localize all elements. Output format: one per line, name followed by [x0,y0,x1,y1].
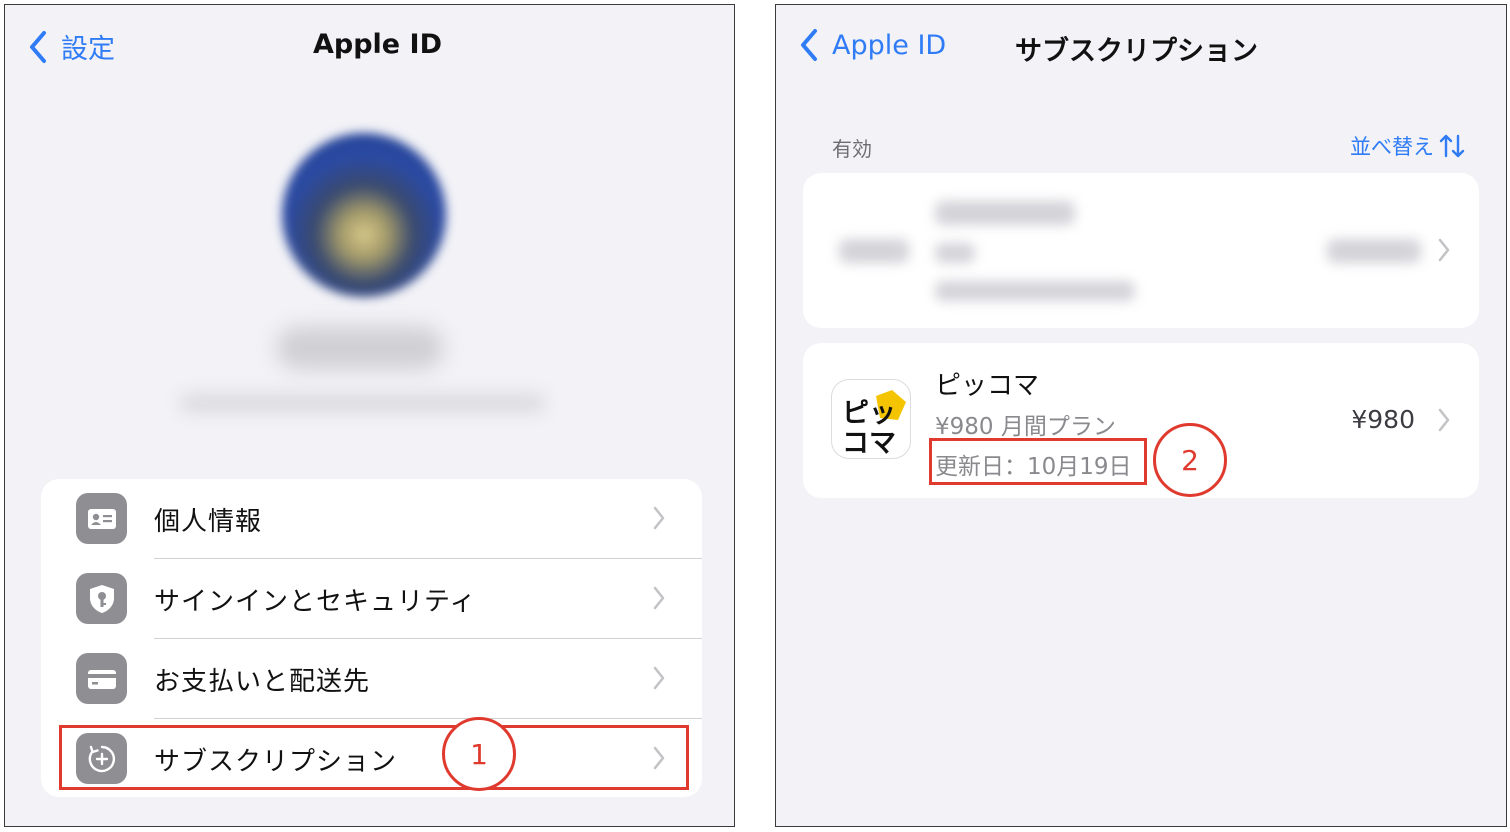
credit-card-icon [76,653,127,704]
blurred-plan [935,243,975,263]
blurred-account-email [180,393,545,413]
navigation-bar: Apple ID サブスクリプション [776,5,1506,89]
callout-badge-2: 2 [1153,423,1227,497]
svg-text:コマ: コマ [842,428,896,459]
menu-item-payment-shipping[interactable]: お支払いと配送先 [41,639,702,718]
back-label: Apple ID [832,29,947,61]
subscription-plan: ¥980 月間プラン [935,414,1116,440]
piccoma-app-icon: ピッ コマ [831,379,911,459]
blurred-account-name [277,327,443,369]
blurred-renewal-date [935,281,1135,301]
sort-button[interactable]: 並べ替え [1350,131,1466,161]
subscription-name: ピッコマ [935,371,1040,401]
sort-label: 並べ替え [1350,135,1434,159]
contact-card-icon [76,493,127,544]
section-header-active: 有効 [832,137,872,161]
page-title: Apple ID [313,29,442,60]
subscription-card-hidden[interactable] [803,173,1479,328]
menu-item-personal-info[interactable]: 個人情報 [41,479,702,558]
shield-key-icon [76,573,127,624]
chevron-right-icon [1438,408,1450,432]
avatar[interactable] [282,133,446,297]
chevron-left-icon [801,29,817,61]
highlight-box-subscriptions [59,725,689,790]
svg-text:ピッ: ピッ [842,398,896,429]
menu-item-label: 個人情報 [154,507,263,537]
navigation-bar: 設定 Apple ID [5,5,734,89]
menu-item-label: サインインとセキュリティ [154,587,477,617]
page-title: サブスクリプション [1015,36,1258,67]
blurred-price [1327,239,1421,263]
menu-item-label: お支払いと配送先 [154,667,371,697]
apple-id-screen: 設定 Apple ID 個人情報 サインインとセキュリティ お支払いと配送先 サ… [4,4,735,827]
chevron-right-icon [653,666,665,690]
sort-arrows-icon [1439,134,1465,158]
back-button-settings[interactable]: 設定 [27,27,115,66]
blurred-subscription-name [935,201,1075,225]
chevron-right-icon [1438,238,1450,262]
chevron-right-icon [653,506,665,530]
back-button-apple-id[interactable]: Apple ID [798,27,946,63]
menu-item-sign-in-security[interactable]: サインインとセキュリティ [41,559,702,638]
subscription-price: ¥980 [1351,405,1415,434]
callout-badge-1: 1 [442,717,516,791]
subscriptions-screen: Apple ID サブスクリプション 有効 並べ替え ピッ コマ ピッコマ ¥9… [775,4,1507,827]
back-label: 設定 [61,34,115,65]
chevron-right-icon [653,586,665,610]
chevron-left-icon [30,30,46,63]
blurred-app-icon [839,239,909,263]
highlight-box-renewal-date [929,438,1147,485]
